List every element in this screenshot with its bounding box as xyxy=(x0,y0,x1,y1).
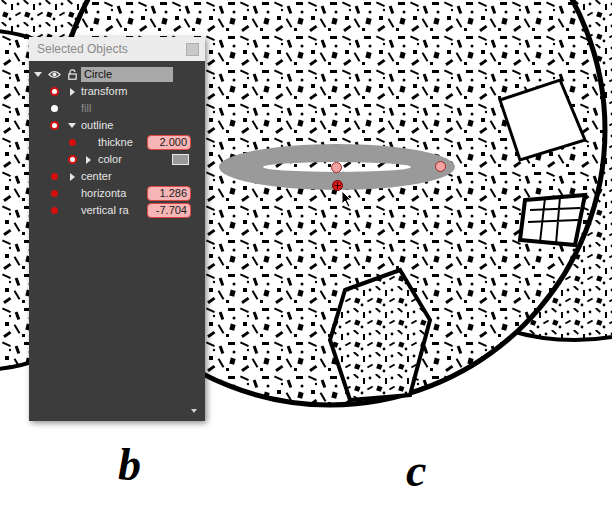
keyframe-dot[interactable] xyxy=(51,207,58,214)
property-row[interactable]: color xyxy=(29,151,205,168)
value-field[interactable]: -7.704 xyxy=(147,203,191,218)
keyframe-dot[interactable] xyxy=(51,173,58,180)
property-label: horizonta xyxy=(81,185,128,202)
scroll-down-icon[interactable] xyxy=(191,409,197,413)
collapse-arrow-icon[interactable] xyxy=(68,123,76,128)
property-row[interactable]: center xyxy=(29,168,205,185)
property-row[interactable]: vertical ra -7.704 xyxy=(29,202,205,219)
value-field[interactable]: 2.000 xyxy=(147,135,191,150)
eye-icon[interactable] xyxy=(48,70,61,79)
property-label: color xyxy=(98,151,124,168)
canvas[interactable]: b c Selected Objects Circletransformfillout… xyxy=(0,0,612,518)
property-row[interactable]: transform xyxy=(29,83,205,100)
property-row[interactable]: fill xyxy=(29,100,205,117)
property-tree[interactable]: Circletransformfilloutlinethickne 2.000 co… xyxy=(29,61,205,421)
control-handle[interactable] xyxy=(331,162,342,173)
color-swatch[interactable] xyxy=(172,154,189,165)
keyframe-dot[interactable] xyxy=(68,155,77,164)
figure-label: c xyxy=(406,446,426,497)
keyframe-dot[interactable] xyxy=(51,105,58,112)
figure-label: b xyxy=(118,440,141,491)
expand-arrow-icon[interactable] xyxy=(86,156,91,164)
panel-titlebar[interactable]: Selected Objects xyxy=(29,37,205,61)
property-label: thickne xyxy=(98,134,135,151)
cursor-icon xyxy=(341,190,353,208)
keyframe-dot[interactable] xyxy=(50,87,59,96)
panel-title: Selected Objects xyxy=(37,40,128,58)
property-row[interactable]: outline xyxy=(29,117,205,134)
property-label: transform xyxy=(81,83,129,100)
control-handle[interactable] xyxy=(332,180,343,191)
object-name[interactable]: Circle xyxy=(81,67,173,82)
selected-objects-panel[interactable]: Selected Objects Circletransformfilloutli… xyxy=(29,37,205,421)
property-label: fill xyxy=(81,100,93,117)
expand-arrow-icon[interactable] xyxy=(70,173,75,181)
property-row[interactable]: thickne 2.000 xyxy=(29,134,205,151)
property-label: center xyxy=(81,168,114,185)
keyframe-dot[interactable] xyxy=(51,190,58,197)
keyframe-dot[interactable] xyxy=(69,139,76,146)
collapse-arrow-icon[interactable] xyxy=(34,72,42,77)
lock-icon[interactable] xyxy=(68,69,77,80)
keyframe-dot[interactable] xyxy=(50,121,59,130)
property-row[interactable]: horizonta 1.286 xyxy=(29,185,205,202)
value-field[interactable]: 1.286 xyxy=(147,186,191,201)
property-label: vertical ra xyxy=(81,202,131,219)
close-button[interactable] xyxy=(186,43,199,56)
object-row[interactable]: Circle xyxy=(29,66,205,83)
expand-arrow-icon[interactable] xyxy=(70,88,75,96)
control-handle[interactable] xyxy=(435,161,446,172)
property-label: outline xyxy=(81,117,115,134)
